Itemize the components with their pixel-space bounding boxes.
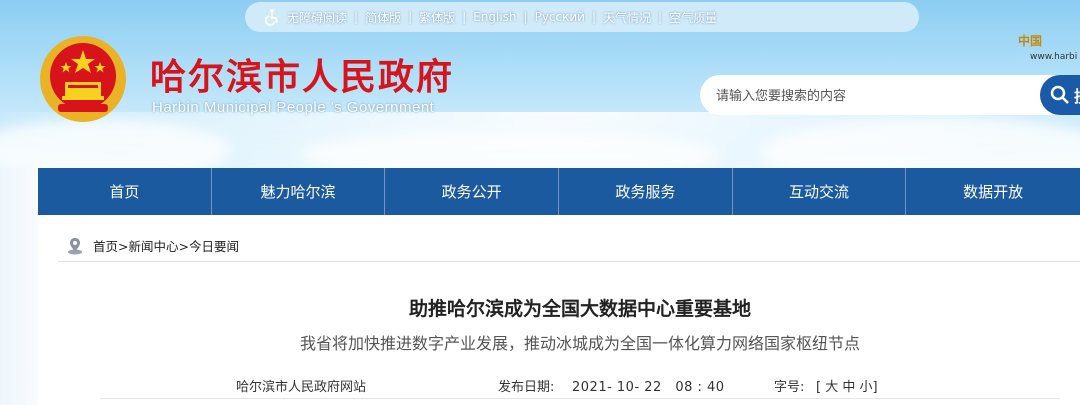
search-button-label: 搜 [1074,83,1080,107]
accessibility-icon[interactable] [263,8,281,26]
article-title: 助推哈尔滨成为全国大数据中心重要基地 [408,298,751,320]
nav-item-open-data[interactable]: 数据开放 [906,168,1080,215]
search-input[interactable] [714,84,1018,108]
search-box [700,75,1080,115]
search-icon [1050,85,1069,104]
divider: | [591,10,597,24]
page-side-background [0,168,38,405]
china-gov-logo[interactable]: 中国 [1018,32,1042,49]
site-title: 哈尔滨市人民政府 [150,56,455,98]
top-utility-bar: 无障碍阅读 | 简体版 | 繁体版 | English | Русский | … [245,2,919,32]
publish-date-label: 发布日期: [498,380,555,395]
national-emblem-icon [40,36,126,122]
nav-item-home[interactable]: 首页 [38,168,212,215]
divider [58,261,1080,262]
divider [100,398,1060,399]
article-source: 哈尔滨市人民政府网站 [236,380,367,395]
search-button[interactable]: 搜 [1040,75,1080,115]
main-nav: 首页 魅力哈尔滨 政务公开 政务服务 互动交流 数据开放 [38,168,1080,215]
breadcrumb: 首页>新闻中心>今日要闻 [66,236,239,255]
wave-decoration [0,112,1080,168]
topbar-link-russian[interactable]: Русский [535,10,585,24]
article-subtitle: 我省将加快推进数字产业发展，推动冰城成为全国一体化算力网络国家枢纽节点 [299,334,860,353]
nav-item-charm-harbin[interactable]: 魅力哈尔滨 [212,168,386,215]
china-gov-url[interactable]: www.harbi [1030,52,1077,62]
topbar-link-weather[interactable]: 天气情况 [603,9,651,26]
divider: | [462,10,467,24]
topbar-link-air-quality[interactable]: 空气质量 [669,9,717,26]
font-size-label: 字号: [774,380,805,395]
site-subtitle: Harbin Municipal People 's Government [152,99,435,116]
topbar-link-accessible[interactable]: 无障碍阅读 [287,9,347,26]
location-pin-icon [68,237,82,254]
nav-item-government-services[interactable]: 政务服务 [559,168,733,215]
topbar-link-simplified[interactable]: 简体版 [365,9,401,26]
topbar-link-english[interactable]: English [473,10,516,24]
breadcrumb-text[interactable]: 首页>新闻中心>今日要闻 [93,236,239,255]
divider: | [354,10,359,24]
nav-item-interaction[interactable]: 互动交流 [733,168,907,215]
publish-date: 2021- 10- 22 08 : 40 [572,380,725,395]
divider: | [408,10,413,24]
divider: | [658,10,663,24]
topbar-link-traditional[interactable]: 繁体版 [419,9,455,26]
font-size-options[interactable]: [ 大 中 小] [816,376,878,395]
nav-item-government-affairs[interactable]: 政务公开 [385,168,560,215]
divider: | [523,10,528,24]
